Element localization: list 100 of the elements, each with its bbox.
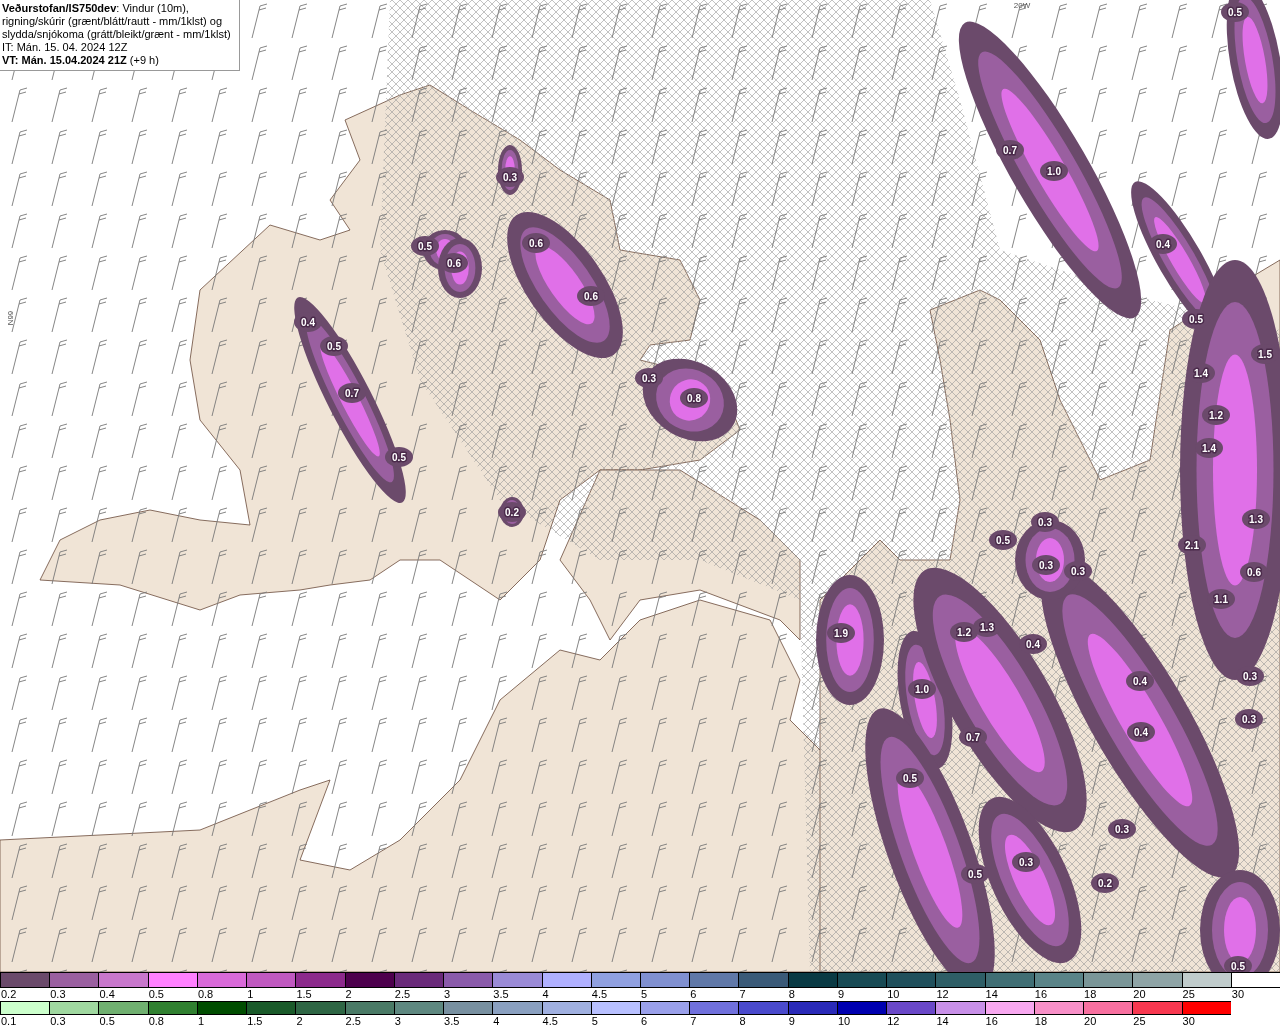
scale-label: 7 [738,988,746,1001]
scale-label: 12 [935,988,949,1001]
precipitation-value: 0.2 [505,507,519,518]
scale-label: 16 [984,1015,998,1028]
scale-label: 0.4 [98,988,115,1001]
scale-label: 5 [640,988,648,1001]
scale-label: 4.5 [590,988,608,1001]
scale-label: 2.5 [344,1015,361,1028]
scale-label: 4 [492,1015,500,1028]
scale-label: 12 [886,1015,900,1028]
scale-label: 1 [246,988,254,1001]
scale-label: 0.1 [0,1015,17,1028]
scale-label: 30 [1230,988,1244,1001]
scale-label: 0.2 [0,988,17,1001]
precipitation-value: 1.3 [1249,514,1263,525]
scale-label: 5 [590,1015,598,1028]
precipitation-value: 0.7 [1003,145,1017,156]
precipitation-value: 1.4 [1194,368,1208,379]
precipitation-value: 0.5 [1189,314,1203,325]
scale-label: 8 [787,988,795,1001]
precipitation-value: 0.5 [1231,961,1245,972]
scale-label: 3 [393,1015,401,1028]
scale-label: 6 [640,1015,648,1028]
precipitation-value: 1.4 [1202,443,1216,454]
precipitation-value: 0.5 [903,773,917,784]
precipitation-value: 0.2 [1098,878,1112,889]
precipitation-value: 0.7 [966,732,980,743]
scale-label: 18 [1083,988,1097,1001]
scale-label: 4.5 [541,1015,558,1028]
precipitation-value: 0.6 [529,238,543,249]
precipitation-value: 1.1 [1214,594,1228,605]
precipitation-value: 0.8 [687,393,701,404]
scale-label: 0.5 [147,988,164,1001]
precipitation-value: 1.5 [1258,349,1272,360]
precipitation-value: 0.4 [301,317,315,328]
scale-label: 3 [443,988,451,1001]
scale-label: 20 [1132,988,1146,1001]
precipitation-value: 0.4 [1134,727,1148,738]
scale-label: 2 [295,1015,303,1028]
scale-label: 30 [1181,1015,1195,1028]
scale-label: 1 [196,1015,205,1028]
scale-label: 0.8 [147,1015,164,1028]
precipitation-value: 0.5 [1228,7,1242,18]
precipitation-value: 0.3 [1071,566,1085,577]
valid-time: VT: Mán. 15.04.2024 21Z (+9 h) [2,54,160,67]
scale-label: 6 [689,988,697,1001]
precipitation-value: 0.7 [345,388,359,399]
issue-time: IT: Mán. 15. 04. 2024 12Z [2,41,129,54]
precipitation-value: 0.3 [1038,517,1052,528]
precipitation-value: 0.3 [642,373,656,384]
precipitation-value: 0.5 [392,452,406,463]
map-title: Veðurstofan/IS750dev: Vindur (10m), rigning/skúrir (grænt/blátt/rautt - mm/1klst) og slydda/snjókoma (grátt/bleikt/grænt - mm/1klst) [2,2,232,41]
scale-label: 2.5 [393,988,411,1001]
scale-label: 18 [1033,1015,1048,1028]
precipitation-value: 1.0 [1047,166,1061,177]
precipitation-value: 1.2 [957,627,971,638]
precipitation-value: 0.3 [1039,560,1053,571]
precipitation-value: 0.3 [1243,671,1257,682]
latitude-label: 66N [6,310,15,326]
scale-label: 3.5 [443,1015,460,1028]
precipitation-value: 0.3 [1115,824,1129,835]
scale-label: 10 [836,1015,851,1028]
scale-label: 25 [1181,988,1195,1001]
scale-label: 20 [1083,1015,1097,1028]
scale-label: 1.5 [295,988,312,1001]
scale-label: 0.3 [49,988,66,1001]
precipitation-value: 0.3 [1242,714,1256,725]
scale-label: 10 [886,988,900,1001]
precipitation-value: 0.6 [584,291,598,302]
longitude-label: 20W [1013,1,1031,10]
scale-label: 0.8 [196,988,214,1001]
scale-label: 1.5 [246,1015,263,1028]
scale-label: 8 [738,1015,746,1028]
scale-label: 9 [787,1015,795,1028]
precipitation-value: 0.3 [1019,857,1033,868]
precipitation-value: 0.4 [1026,639,1040,650]
scale-label: 0.5 [98,1015,115,1028]
precipitation-value: 0.3 [503,172,517,183]
scale-label: 14 [984,988,998,1001]
precipitation-value: 2.1 [1185,540,1199,551]
scale-label: 3.5 [492,988,509,1001]
precipitation-value: 0.5 [968,869,982,880]
scale-label: 4 [541,988,549,1001]
precipitation-value: 0.5 [418,241,432,252]
precipitation-value: 0.6 [1247,567,1261,578]
scale-label: 0.3 [49,1015,66,1028]
scale-label: 2 [344,988,352,1001]
scale-label: 25 [1132,1015,1146,1028]
precipitation-value: 0.5 [996,535,1010,546]
precipitation-value: 0.4 [1133,676,1147,687]
precipitation-value: 0.6 [447,258,461,269]
precipitation-value: 1.9 [834,628,848,639]
precipitation-value: 1.2 [1209,410,1223,421]
precipitation-value: 0.4 [1156,239,1170,250]
precipitation-value: 1.0 [915,684,929,695]
scale-label: 7 [689,1015,697,1028]
scale-label: 9 [836,988,845,1001]
scale-label: 14 [935,1015,949,1028]
precipitation-value: 1.3 [980,622,994,633]
scale-label: 16 [1033,988,1048,1001]
